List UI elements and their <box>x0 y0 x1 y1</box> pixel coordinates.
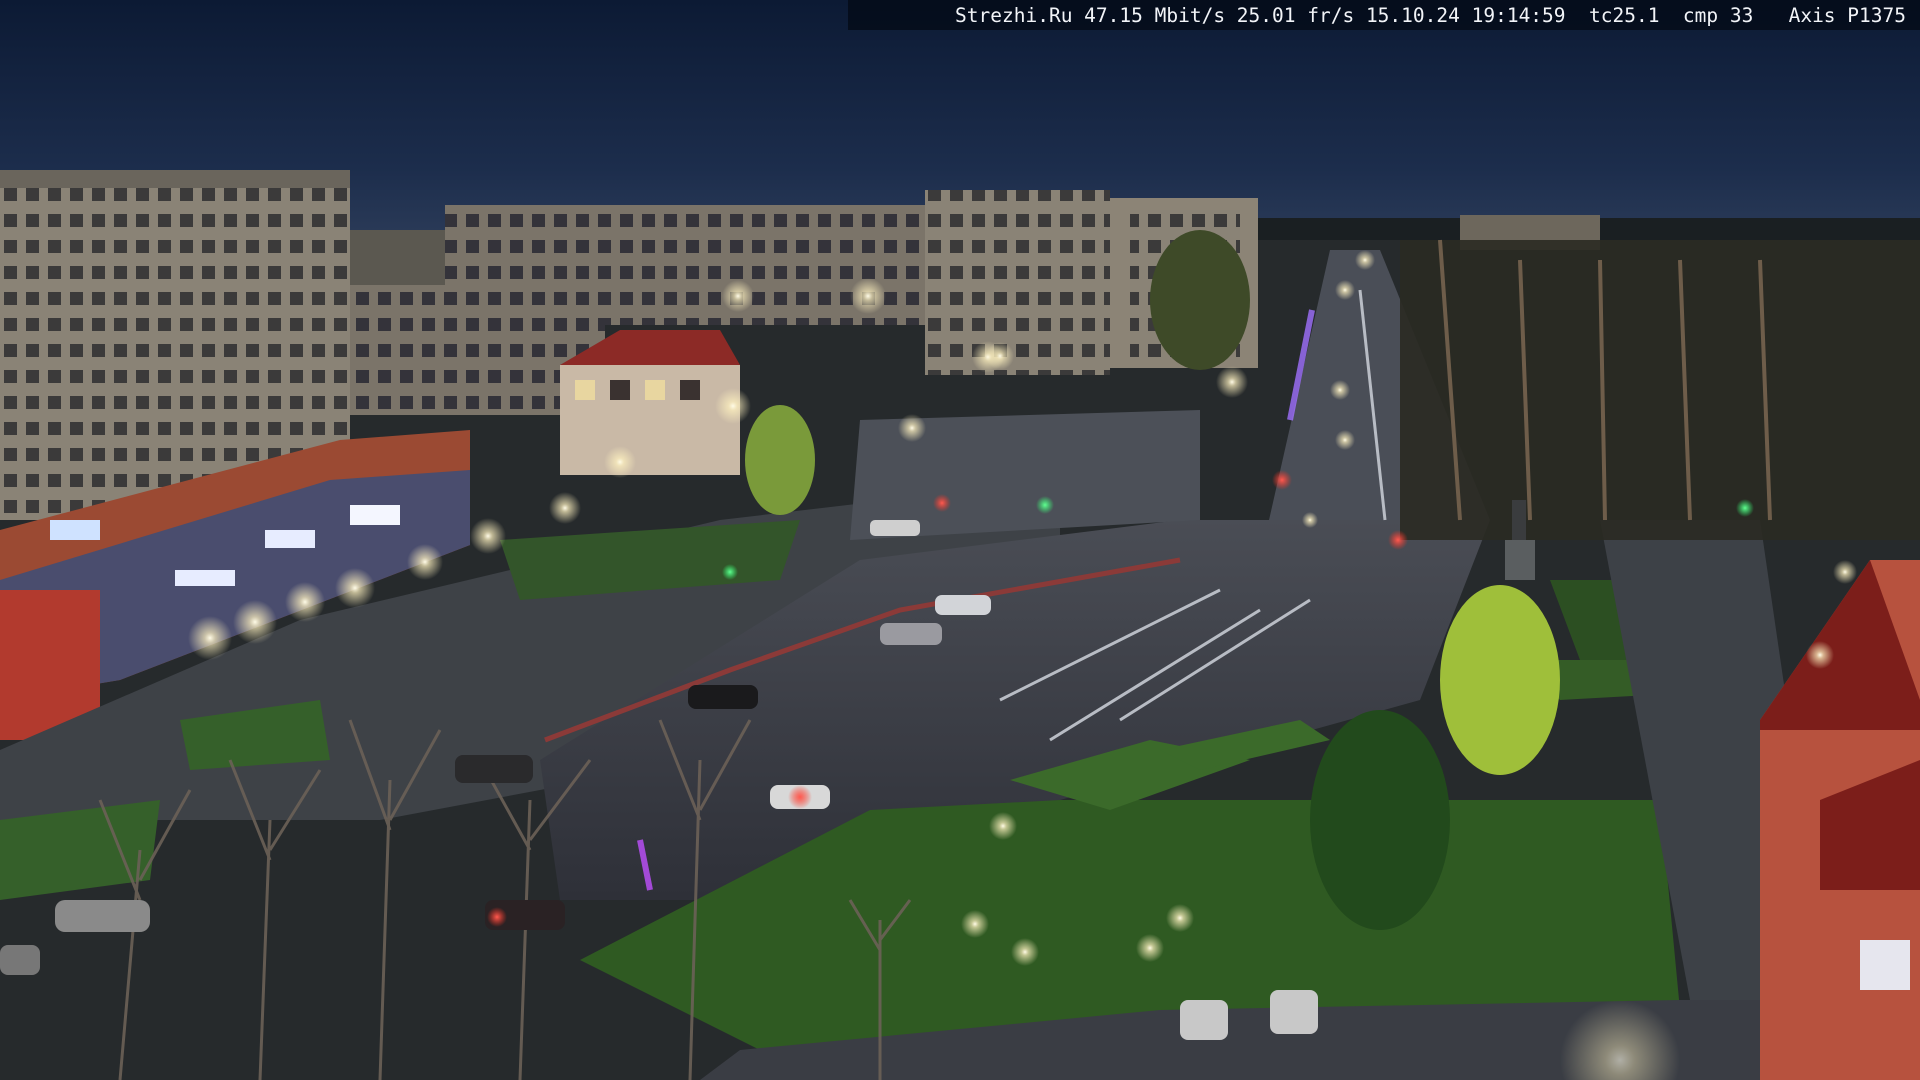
city-night-scene <box>0 0 1920 1080</box>
camera-info-overlay: Strezhi.Ru 47.15 Mbit/s 25.01 fr/s 15.10… <box>848 0 1920 30</box>
webcam-frame <box>0 0 1920 1080</box>
right-forest <box>1400 239 1920 540</box>
red-house <box>560 330 740 475</box>
camera-info-text: Strezhi.Ru 47.15 Mbit/s 25.01 fr/s 15.10… <box>955 3 1906 27</box>
